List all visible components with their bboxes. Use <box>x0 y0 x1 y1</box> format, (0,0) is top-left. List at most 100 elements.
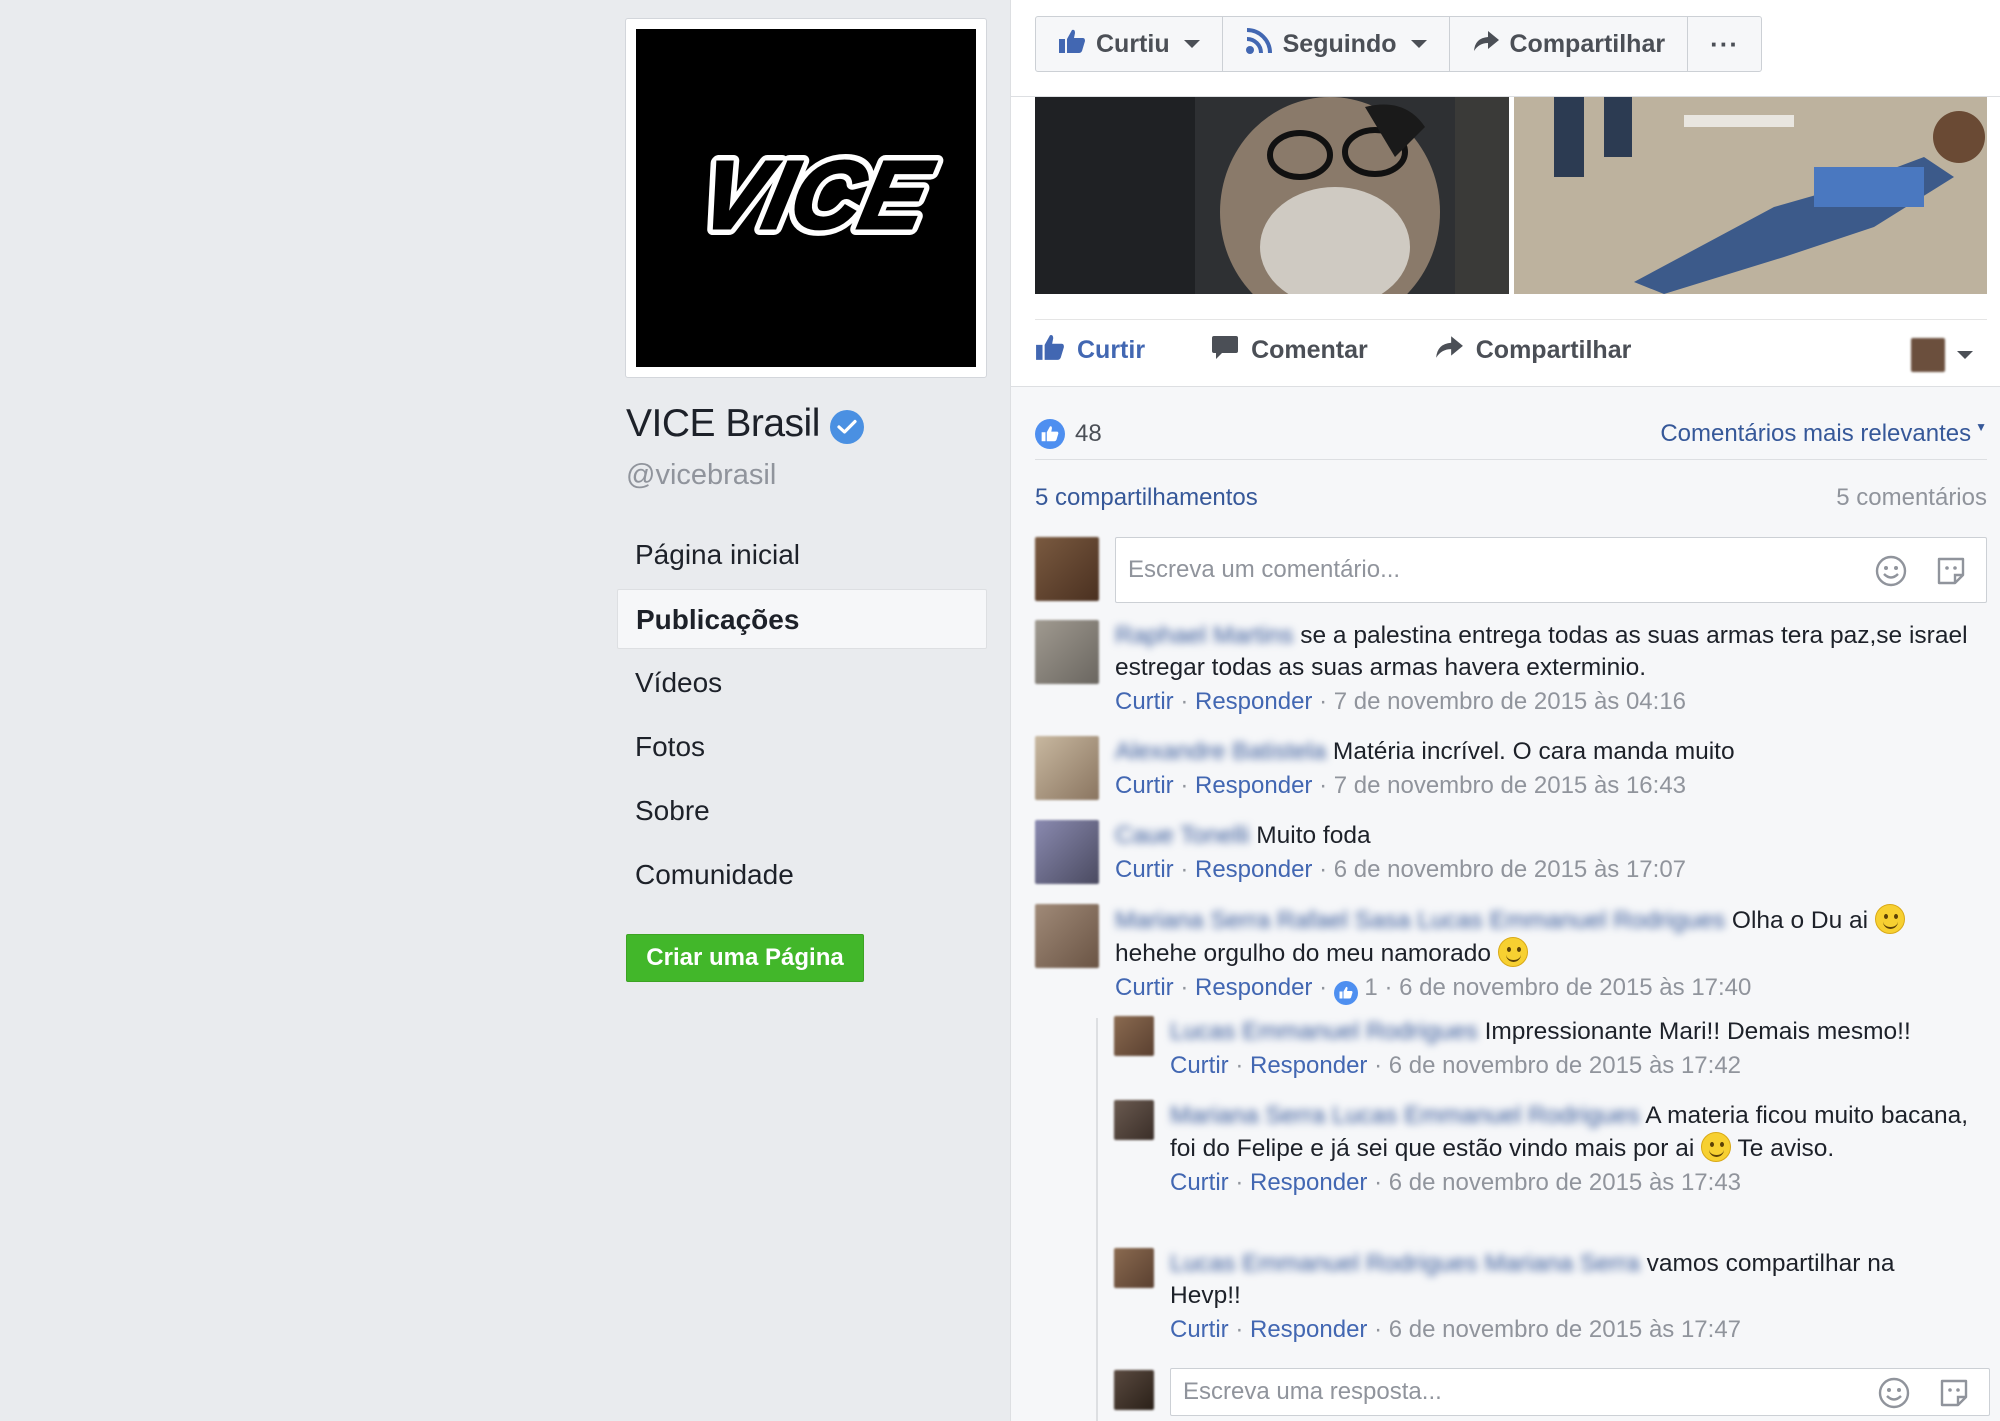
share-label: Compartilhar <box>1475 336 1632 364</box>
reply-thread-line <box>1096 1018 1098 1421</box>
comment-timestamp[interactable]: 6 de novembro de 2015 às 17:07 <box>1334 856 1686 883</box>
reply-timestamp[interactable]: 6 de novembro de 2015 às 17:47 <box>1389 1316 1741 1343</box>
nav-item-videos[interactable]: Vídeos <box>617 653 987 713</box>
comment-like-link[interactable]: Curtir <box>1115 974 1174 1001</box>
comment-text: Matéria incrível. O cara manda muito <box>1332 738 1735 765</box>
reply-item: Lucas Emmanuel Rodrigues Impressionante … <box>1114 1016 1974 1086</box>
page-header-actions: Curtiu Seguindo Compartilhar ··· <box>1011 0 2000 97</box>
liked-label: Curtiu <box>1096 29 1170 58</box>
reply-reply-link[interactable]: Responder <box>1250 1052 1367 1079</box>
reply-text: Impressionante Mari!! Demais mesmo!! <box>1484 1018 1911 1045</box>
post-share-button[interactable]: Compartilhar <box>1434 334 1632 367</box>
nav-item-home[interactable]: Página inicial <box>617 525 987 585</box>
page-title[interactable]: VICE Brasil <box>626 402 864 446</box>
reply-author[interactable]: Mariana Serra Lucas Emmanuel Rodrigues <box>1170 1102 1640 1129</box>
comment-input[interactable]: Escreva um comentário... <box>1115 537 1987 603</box>
comment-like-link[interactable]: Curtir <box>1115 688 1174 715</box>
profile-picture-frame[interactable]: VICE VICE <box>625 18 987 378</box>
comment-label: Comentar <box>1251 336 1368 364</box>
nav-item-about[interactable]: Sobre <box>617 781 987 841</box>
comment-author[interactable]: Mariana Serra Rafael Sasa Lucas Emmanuel… <box>1115 907 1725 934</box>
sticker-icon[interactable] <box>1934 554 1968 595</box>
page-action-bar: Curtiu Seguindo Compartilhar ··· <box>1035 16 1763 72</box>
reply-item: Mariana Serra Lucas Emmanuel Rodrigues A… <box>1114 1100 1974 1230</box>
reply-like-link[interactable]: Curtir <box>1170 1316 1229 1343</box>
comment-like-count-icon[interactable] <box>1333 980 1358 1005</box>
comment-author[interactable]: Raphael Martins <box>1115 622 1293 649</box>
comment-item: Alexandre Batistela Matéria incrível. O … <box>1035 736 1987 806</box>
comment-like-count[interactable]: 1 <box>1364 974 1377 1001</box>
comment-sort-dropdown[interactable]: Comentários mais relevantes ▼ <box>1660 420 1987 448</box>
reply-like-link[interactable]: Curtir <box>1170 1169 1229 1196</box>
comment-reply-link[interactable]: Responder <box>1195 974 1312 1001</box>
smiley-emoji-icon <box>1874 904 1905 934</box>
comment-item: Raphael Martins se a palestina entrega t… <box>1035 620 1987 720</box>
page-name-text[interactable]: VICE Brasil <box>626 402 820 446</box>
commenter-avatar <box>1035 537 1099 601</box>
reply-like-link[interactable]: Curtir <box>1170 1052 1229 1079</box>
post-like-button[interactable]: Curtir <box>1035 333 1145 368</box>
reply-author[interactable]: Lucas Emmanuel Rodrigues Mariana Serra <box>1170 1250 1640 1277</box>
reply-timestamp[interactable]: 6 de novembro de 2015 às 17:43 <box>1389 1169 1741 1196</box>
post-comment-button[interactable]: Comentar <box>1211 334 1368 367</box>
reply-meta: Curtir · Responder · 6 de novembro de 20… <box>1170 1052 1742 1079</box>
reactions-count[interactable]: 48 <box>1075 420 1102 448</box>
page-navigation: Página inicial Publicações Vídeos Fotos … <box>617 525 987 909</box>
comment-avatar[interactable] <box>1035 820 1099 884</box>
share-page-button[interactable]: Compartilhar <box>1450 17 1689 71</box>
post-photo-man-glasses[interactable] <box>1035 97 1509 294</box>
emoji-icon[interactable] <box>1874 554 1908 595</box>
sort-label: Comentários mais relevantes <box>1660 419 1972 447</box>
comment-author[interactable]: Caue Tonelli <box>1115 822 1249 849</box>
comment-avatar[interactable] <box>1035 736 1099 800</box>
comment-reply-link[interactable]: Responder <box>1195 856 1312 883</box>
reply-reply-link[interactable]: Responder <box>1250 1316 1367 1343</box>
sticker-icon[interactable] <box>1937 1376 1971 1417</box>
comment-avatar[interactable] <box>1035 620 1099 684</box>
thumbs-up-icon <box>1058 28 1086 61</box>
following-button[interactable]: Seguindo <box>1223 17 1450 71</box>
user-avatar <box>1911 338 1945 372</box>
reply-text-continued: Te aviso. <box>1737 1135 1835 1162</box>
comment-like-link[interactable]: Curtir <box>1115 772 1174 799</box>
page-handle[interactable]: @vicebrasil <box>626 459 776 492</box>
emoji-icon[interactable] <box>1877 1376 1911 1417</box>
nav-item-community[interactable]: Comunidade <box>617 845 987 905</box>
comment-reply-link[interactable]: Responder <box>1195 772 1312 799</box>
comment-like-link[interactable]: Curtir <box>1115 856 1174 883</box>
comment-meta: Curtir · Responder · 7 de novembro de 20… <box>1115 688 1687 715</box>
like-reaction-icon[interactable] <box>1035 418 1065 449</box>
comment-avatar[interactable] <box>1035 904 1099 968</box>
reply-avatar[interactable] <box>1114 1248 1154 1288</box>
vice-logo: VICE VICE <box>636 29 976 367</box>
nav-item-photos[interactable]: Fotos <box>617 717 987 777</box>
share-arrow-icon <box>1472 29 1500 60</box>
following-label: Seguindo <box>1282 29 1397 58</box>
reply-reply-link[interactable]: Responder <box>1250 1169 1367 1196</box>
reply-author[interactable]: Lucas Emmanuel Rodrigues <box>1170 1018 1478 1045</box>
svg-text:VICE: VICE <box>691 141 941 249</box>
post-card: Curtir Comentar Compartilhar <box>1011 97 2000 387</box>
comment-reply-link[interactable]: Responder <box>1195 688 1312 715</box>
nav-item-posts[interactable]: Publicações <box>617 589 987 649</box>
comment-timestamp[interactable]: 7 de novembro de 2015 às 16:43 <box>1334 772 1686 799</box>
shares-comments-row: 5 compartilhamentos 5 comentários <box>1035 484 1987 512</box>
more-options-button[interactable]: ··· <box>1688 17 1761 71</box>
reply-avatar[interactable] <box>1114 1016 1154 1056</box>
liked-page-button[interactable]: Curtiu <box>1036 17 1223 71</box>
comment-text: Olha o Du ai <box>1731 907 1869 934</box>
comment-timestamp[interactable]: 6 de novembro de 2015 às 17:40 <box>1399 974 1751 1001</box>
post-photo-boy-ground[interactable] <box>1514 97 1987 294</box>
comment-timestamp[interactable]: 7 de novembro de 2015 às 04:16 <box>1334 688 1686 715</box>
comments-count-link[interactable]: 5 comentários <box>1836 484 1987 512</box>
smiley-emoji-icon <box>1497 937 1528 967</box>
reply-timestamp[interactable]: 6 de novembro de 2015 às 17:42 <box>1389 1052 1741 1079</box>
post-as-selector[interactable] <box>1911 338 1973 372</box>
sort-caret-icon: ▼ <box>1975 419 1987 434</box>
reply-avatar[interactable] <box>1114 1100 1154 1140</box>
shares-count-link[interactable]: 5 compartilhamentos <box>1035 484 1258 512</box>
reply-input[interactable]: Escreva uma resposta... <box>1170 1368 1990 1416</box>
comment-author[interactable]: Alexandre Batistela <box>1115 738 1326 765</box>
create-page-button[interactable]: Criar uma Página <box>626 934 864 982</box>
share-label: Compartilhar <box>1509 29 1666 58</box>
